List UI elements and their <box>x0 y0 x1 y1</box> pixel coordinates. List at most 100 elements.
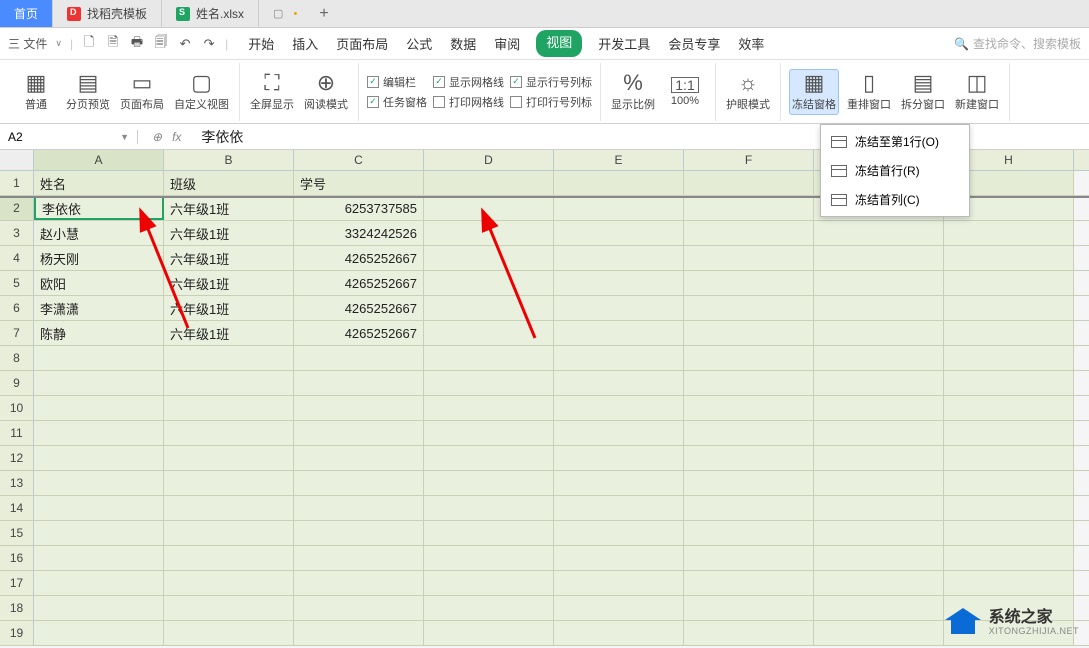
cell[interactable] <box>424 371 554 395</box>
cell[interactable] <box>814 246 944 270</box>
cell[interactable] <box>554 221 684 245</box>
cell[interactable] <box>944 246 1074 270</box>
cell[interactable] <box>554 421 684 445</box>
cell[interactable] <box>424 421 554 445</box>
cell[interactable] <box>814 221 944 245</box>
cell[interactable] <box>814 546 944 570</box>
cell[interactable] <box>684 296 814 320</box>
freeze-to-row1[interactable]: 冻结至第1行(O) <box>821 127 969 156</box>
tab-daoke[interactable]: 找稻壳模板 <box>53 0 162 27</box>
cell[interactable] <box>424 496 554 520</box>
cell[interactable] <box>944 371 1074 395</box>
cell[interactable] <box>554 346 684 370</box>
print-icon[interactable]: 🖶 <box>129 36 145 52</box>
cell[interactable] <box>944 321 1074 345</box>
tab-member[interactable]: 会员专享 <box>666 30 722 57</box>
cell[interactable] <box>944 346 1074 370</box>
cell[interactable] <box>424 571 554 595</box>
cell[interactable]: 班级 <box>164 171 294 195</box>
cell[interactable] <box>34 371 164 395</box>
row-header[interactable]: 19 <box>0 621 34 645</box>
cell[interactable] <box>684 421 814 445</box>
cell[interactable] <box>554 546 684 570</box>
cell[interactable] <box>814 571 944 595</box>
fx-icon[interactable]: fx <box>172 130 181 144</box>
row-header[interactable]: 14 <box>0 496 34 520</box>
cell[interactable] <box>34 396 164 420</box>
cell[interactable]: 4265252667 <box>294 271 424 295</box>
cell[interactable] <box>684 246 814 270</box>
pagelayout-button[interactable]: ▭页面布局 <box>118 70 166 114</box>
cell[interactable] <box>294 371 424 395</box>
row-header[interactable]: 9 <box>0 371 34 395</box>
cell[interactable] <box>34 346 164 370</box>
cell[interactable] <box>684 321 814 345</box>
cell[interactable] <box>164 421 294 445</box>
cell[interactable] <box>944 546 1074 570</box>
cell[interactable] <box>684 221 814 245</box>
tab-developer[interactable]: 开发工具 <box>596 30 652 57</box>
name-box[interactable]: A2 ▼ <box>0 130 138 144</box>
cell[interactable]: 4265252667 <box>294 321 424 345</box>
cell[interactable]: 4265252667 <box>294 246 424 270</box>
cell[interactable] <box>814 421 944 445</box>
cell[interactable] <box>424 621 554 645</box>
undo-icon[interactable]: ↶ <box>177 36 193 52</box>
cell[interactable] <box>294 421 424 445</box>
cell[interactable] <box>294 396 424 420</box>
freeze-first-col[interactable]: 冻结首列(C) <box>821 185 969 214</box>
cell[interactable] <box>294 621 424 645</box>
row-header[interactable]: 1 <box>0 171 34 195</box>
taskpane-checkbox[interactable]: 任务窗格 <box>367 94 427 110</box>
row-header[interactable]: 2 <box>0 196 34 220</box>
cell[interactable] <box>814 346 944 370</box>
cell[interactable] <box>294 471 424 495</box>
tab-pagelayout[interactable]: 页面布局 <box>334 30 390 57</box>
cell[interactable] <box>34 421 164 445</box>
cell[interactable] <box>944 296 1074 320</box>
cell[interactable] <box>944 396 1074 420</box>
file-dropdown-icon[interactable]: ∨ <box>55 38 62 49</box>
printgrid-checkbox[interactable]: 打印网格线 <box>433 94 504 110</box>
row-header[interactable]: 15 <box>0 521 34 545</box>
cell[interactable] <box>814 271 944 295</box>
row-header[interactable]: 6 <box>0 296 34 320</box>
cell[interactable] <box>684 496 814 520</box>
row-header[interactable]: 17 <box>0 571 34 595</box>
redo-icon[interactable]: ↷ <box>201 36 217 52</box>
cell[interactable] <box>944 446 1074 470</box>
cell[interactable] <box>684 471 814 495</box>
gridlines-checkbox[interactable]: 显示网格线 <box>433 74 504 90</box>
row-header[interactable]: 8 <box>0 346 34 370</box>
cell[interactable] <box>164 471 294 495</box>
cell[interactable]: 6253737585 <box>294 196 424 220</box>
cell[interactable]: 3324242526 <box>294 221 424 245</box>
cell[interactable] <box>34 546 164 570</box>
cell[interactable] <box>554 621 684 645</box>
cell[interactable] <box>34 496 164 520</box>
cell[interactable] <box>164 346 294 370</box>
cell[interactable] <box>294 496 424 520</box>
arrange-button[interactable]: ▯重排窗口 <box>845 70 893 114</box>
row-header[interactable]: 7 <box>0 321 34 345</box>
tab-start[interactable]: 开始 <box>246 30 276 57</box>
cell[interactable] <box>34 521 164 545</box>
cell[interactable] <box>164 621 294 645</box>
cell[interactable] <box>684 521 814 545</box>
editbar-checkbox[interactable]: 编辑栏 <box>367 74 427 90</box>
cell[interactable] <box>294 446 424 470</box>
col-header-B[interactable]: B <box>164 150 294 170</box>
cell[interactable] <box>814 621 944 645</box>
reading-button[interactable]: ⊕阅读模式 <box>302 70 350 114</box>
cell[interactable] <box>554 596 684 620</box>
cell[interactable] <box>34 621 164 645</box>
freeze-panes-button[interactable]: ▦冻结窗格 <box>789 69 839 115</box>
cell[interactable] <box>944 496 1074 520</box>
cell[interactable]: 4265252667 <box>294 296 424 320</box>
cell[interactable] <box>684 596 814 620</box>
customview-button[interactable]: ▢自定义视图 <box>172 70 231 114</box>
cell[interactable] <box>684 546 814 570</box>
cell[interactable] <box>684 371 814 395</box>
cell[interactable] <box>34 596 164 620</box>
cell[interactable] <box>164 596 294 620</box>
